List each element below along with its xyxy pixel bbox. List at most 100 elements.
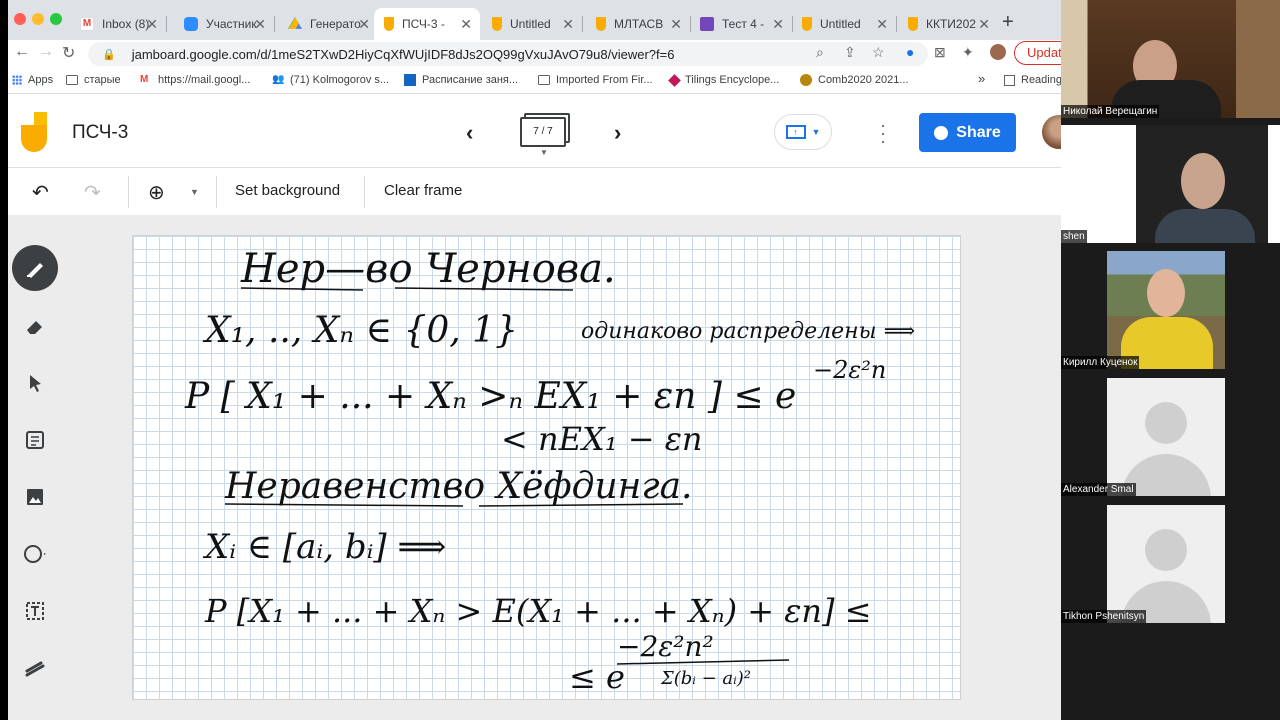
update-button[interactable]: Update [1014, 41, 1061, 65]
clear-frame-button[interactable]: Clear frame [384, 182, 462, 199]
browser-tab[interactable]: Участник ✕ [174, 8, 274, 40]
bookmark-link[interactable]: Tilings Encyclope... [668, 73, 779, 87]
jamboard-logo-icon[interactable] [21, 112, 47, 152]
reload-icon[interactable]: ↻ [62, 43, 75, 63]
browser-tab[interactable]: МЛТАСВ ✕ [586, 8, 690, 40]
close-tab-icon[interactable]: ✕ [254, 16, 266, 33]
participant-tile[interactable]: Tikhon Pshenitsyn [1061, 505, 1280, 623]
close-tab-icon[interactable]: ✕ [460, 16, 472, 33]
shape-tool[interactable] [12, 531, 58, 577]
present-button[interactable]: ↑ ▼ [774, 114, 832, 150]
participant-body [1155, 209, 1255, 243]
close-window-icon[interactable] [14, 13, 26, 25]
image-tool[interactable] [12, 474, 58, 520]
close-tab-icon[interactable]: ✕ [562, 16, 574, 33]
participant-tile[interactable]: Alexander Smal [1061, 378, 1280, 496]
bookmark-apps[interactable]: Apps [12, 74, 53, 86]
bookmark-label: https://mail.googl... [158, 74, 251, 86]
jamboard-icon [492, 17, 502, 31]
extension-flag-icon[interactable]: ● [906, 44, 914, 60]
participant-tile[interactable]: shen [1061, 125, 1280, 243]
next-frame-icon[interactable]: › [614, 120, 621, 146]
forward-icon[interactable]: → [38, 43, 54, 61]
bookmark-label: Comb2020 2021... [818, 74, 909, 86]
bookmark-folder[interactable]: Imported From Fir... [538, 74, 653, 86]
eraser-tool[interactable] [12, 303, 58, 349]
undo-icon[interactable]: ↶ [32, 180, 49, 205]
image-icon [27, 489, 43, 505]
board-line: X₁, .., Xₙ ∈ {0, 1} [202, 310, 518, 351]
zoom-lens-icon[interactable]: ⌕ [816, 44, 824, 61]
profile-avatar-icon[interactable] [990, 44, 1006, 60]
share-page-icon[interactable]: ⇪ [844, 44, 856, 61]
browser-tab[interactable]: Untitled ✕ [792, 8, 896, 40]
zoom-icon [184, 17, 198, 31]
address-bar[interactable]: 🔒 jamboard.google.com/d/1meS2TXwD2HiyCqX… [88, 42, 928, 66]
jamboard-icon [802, 17, 812, 31]
participant-tile[interactable]: Кирилл Куценок [1061, 251, 1280, 369]
chevron-down-icon: ▼ [811, 127, 821, 137]
board-line: < nEX₁ − εn [501, 420, 703, 458]
bookmark-link[interactable]: 👥 (71) Kolmogorov s... [272, 74, 389, 86]
close-tab-icon[interactable]: ✕ [146, 16, 158, 33]
set-background-button[interactable]: Set background [235, 182, 340, 199]
minimize-window-icon[interactable] [32, 13, 44, 25]
redo-icon[interactable]: ↷ [84, 180, 101, 205]
extension-translate-icon[interactable]: ⊠ [934, 44, 946, 61]
board-line: ≤ e [569, 658, 625, 696]
back-icon[interactable]: ← [14, 43, 30, 61]
close-tab-icon[interactable]: ✕ [670, 16, 682, 33]
sticky-note-tool[interactable] [12, 417, 58, 463]
more-options-icon[interactable]: · · · [880, 116, 886, 150]
browser-tab[interactable]: Тест 4 - ✕ [690, 8, 792, 40]
whiteboard-frame[interactable]: Нер—во Чернова. X₁, .., Xₙ ∈ {0, 1} один… [132, 235, 961, 700]
board-exponent-denominator: Σ(bᵢ − aᵢ)² [660, 668, 751, 689]
new-tab-icon[interactable]: + [1002, 11, 1014, 34]
participant-tile[interactable]: Николай Верещагин [1061, 0, 1280, 118]
pen-tool[interactable] [12, 245, 58, 291]
browser-tab[interactable]: ККТИ202 ✕ [898, 8, 998, 40]
close-tab-icon[interactable]: ✕ [876, 16, 888, 33]
close-tab-icon[interactable]: ✕ [978, 16, 990, 33]
close-tab-icon[interactable]: ✕ [772, 16, 784, 33]
board-exponent: −2ε²n [813, 356, 886, 384]
participant-face [1181, 153, 1225, 209]
url-text: jamboard.google.com/d/1meS2TXwD2HiyCqXfW… [131, 46, 675, 62]
close-tab-icon[interactable]: ✕ [358, 16, 370, 33]
share-button[interactable]: Share [919, 113, 1016, 152]
bookmark-folder[interactable]: старые [66, 74, 121, 86]
tiling-icon [668, 73, 681, 87]
sticky-note-icon [26, 431, 44, 449]
bookmark-star-icon[interactable]: ☆ [872, 44, 885, 61]
frame-bar-caret-icon[interactable]: ▼ [540, 148, 548, 157]
eraser-icon [27, 321, 42, 334]
reading-list[interactable]: Reading [1004, 74, 1061, 86]
previous-frame-icon[interactable]: ‹ [466, 120, 473, 146]
frame-counter[interactable]: 7 / 7 [520, 117, 566, 147]
lock-icon[interactable]: 🔒 [102, 48, 116, 61]
reading-list-icon [1004, 74, 1015, 86]
bookmark-link[interactable]: Расписание заня... [404, 74, 518, 86]
bookmarks-bar: Apps старые M https://mail.googl... 👥 (7… [8, 68, 1061, 94]
browser-tab[interactable]: Генерато ✕ [278, 8, 378, 40]
maximize-window-icon[interactable] [50, 13, 62, 25]
participant-name: Alexander Smal [1061, 483, 1136, 496]
more-bookmarks-icon[interactable]: » [978, 71, 985, 86]
board-exponent-numerator: −2ε²n² [617, 630, 714, 663]
account-avatar[interactable] [1042, 115, 1061, 149]
browser-tab-active[interactable]: ПСЧ-3 - ✕ [374, 8, 480, 40]
extensions-puzzle-icon[interactable]: ✦ [962, 44, 974, 61]
bookmark-link[interactable]: Comb2020 2021... [800, 74, 909, 86]
browser-tab[interactable]: M Inbox (8) ✕ [70, 8, 166, 40]
zoom-dropdown-icon[interactable]: ▼ [190, 187, 199, 197]
laser-tool[interactable] [12, 645, 58, 691]
zoom-icon[interactable]: ⊕ [148, 180, 165, 205]
laser-icon [25, 661, 45, 677]
bookmark-link[interactable]: M https://mail.googl... [140, 74, 250, 86]
select-tool[interactable] [12, 360, 58, 406]
jam-title[interactable]: ПСЧ-3 [72, 122, 128, 144]
text-box-tool[interactable] [12, 588, 58, 634]
browser-tab[interactable]: Untitled ✕ [482, 8, 582, 40]
reading-list-label: Reading [1021, 74, 1061, 86]
browser-toolbar: ← → ↻ 🔒 jamboard.google.com/d/1meS2TXwD2… [8, 40, 1061, 68]
